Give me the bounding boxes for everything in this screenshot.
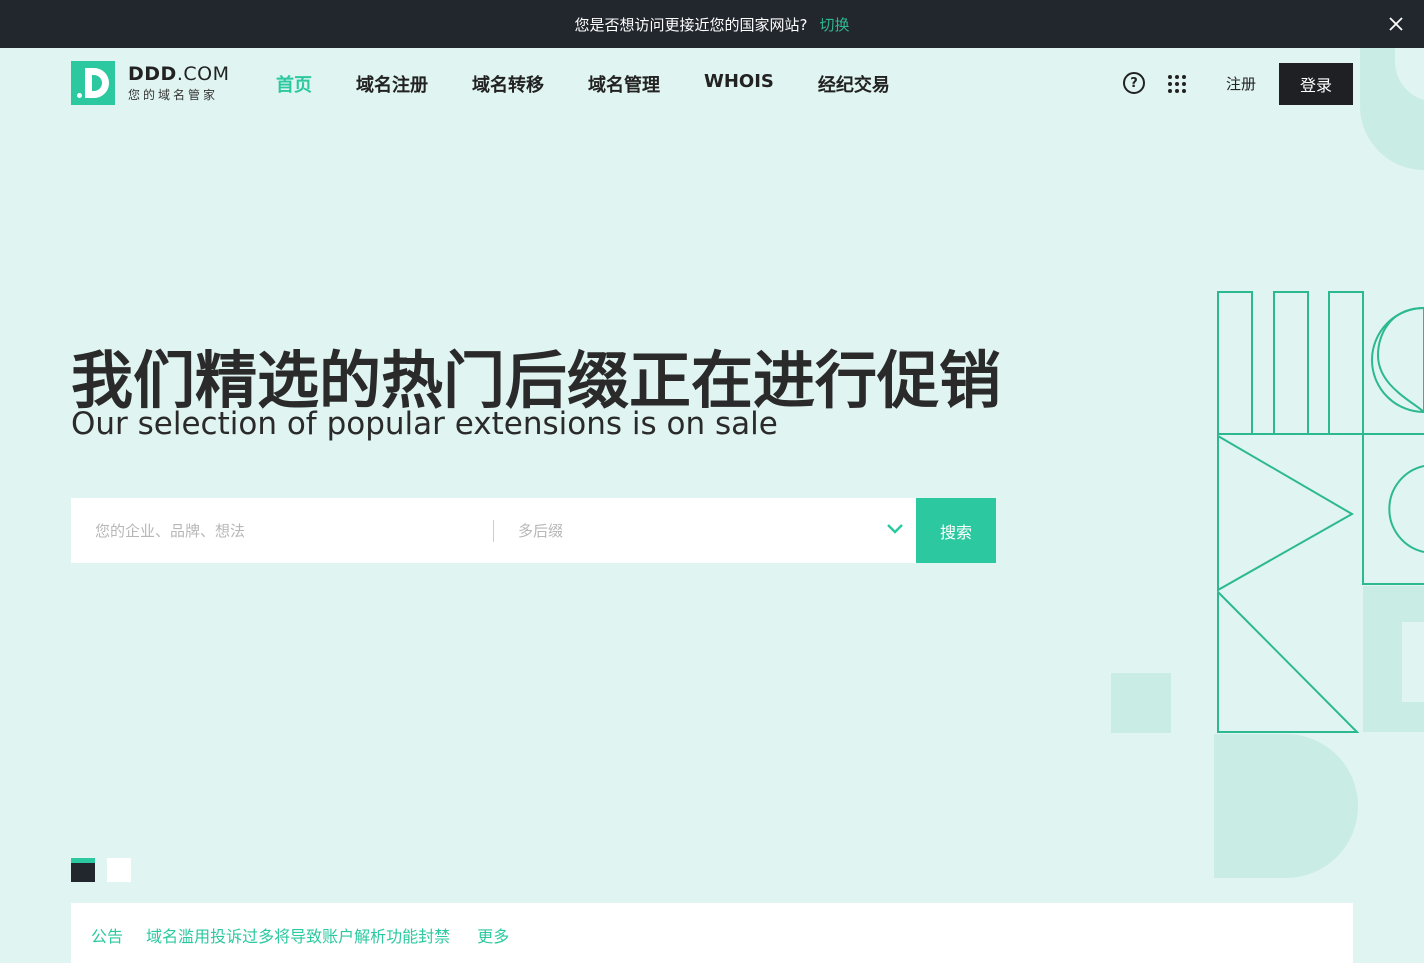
site-header: DDD.COM 您的域名管家 首页 域名注册 域名转移 域名管理 WHOIS 经…	[0, 48, 1424, 118]
logo-mark-icon	[71, 61, 115, 105]
domain-search-input[interactable]	[71, 498, 493, 563]
decorative-shapes	[1111, 48, 1424, 878]
help-icon[interactable]: ?	[1123, 72, 1145, 94]
nav-item-brokerage[interactable]: 经纪交易	[818, 71, 890, 97]
domain-search-box: 多后缀	[71, 498, 916, 563]
logo-subtitle: 您的域名管家	[128, 88, 219, 102]
country-suggestion-bar: 您是否想访问更接近您的国家网站? 切换	[0, 0, 1424, 48]
country-suggestion-text: 您是否想访问更接近您的国家网站?	[574, 15, 808, 34]
nav-item-domain-register[interactable]: 域名注册	[356, 71, 428, 97]
switch-country-link[interactable]: 切换	[819, 14, 849, 35]
search-button[interactable]: 搜索	[916, 498, 996, 563]
main-nav: 首页 域名注册 域名转移 域名管理 WHOIS 经纪交易	[276, 71, 934, 97]
carousel-dot-2[interactable]	[107, 858, 131, 882]
nav-item-whois[interactable]: WHOIS	[704, 71, 774, 97]
apps-grid-icon[interactable]	[1168, 75, 1186, 93]
register-link[interactable]: 注册	[1226, 73, 1256, 94]
announcement-label: 公告	[91, 927, 124, 946]
close-icon[interactable]	[1384, 12, 1408, 36]
nav-item-domain-transfer[interactable]: 域名转移	[472, 71, 544, 97]
announcement-bar: 公告 域名滥用投诉过多将导致账户解析功能封禁 更多	[71, 903, 1353, 963]
carousel-pager	[71, 858, 143, 882]
login-button[interactable]: 登录	[1279, 63, 1353, 105]
announcement-more-link[interactable]: 更多	[477, 927, 509, 946]
suffix-select-placeholder: 多后缀	[518, 522, 564, 540]
nav-item-domain-manage[interactable]: 域名管理	[588, 71, 660, 97]
logo-title: DDD.COM	[128, 63, 230, 85]
suffix-select[interactable]: 多后缀	[494, 498, 916, 563]
announcement-text[interactable]: 域名滥用投诉过多将导致账户解析功能封禁	[146, 927, 450, 946]
hero-subtitle: Our selection of popular extensions is o…	[71, 406, 778, 442]
site-logo[interactable]: DDD.COM 您的域名管家	[71, 61, 229, 105]
carousel-dot-1[interactable]	[71, 858, 95, 882]
chevron-down-icon	[887, 524, 903, 534]
nav-item-home[interactable]: 首页	[276, 71, 312, 97]
